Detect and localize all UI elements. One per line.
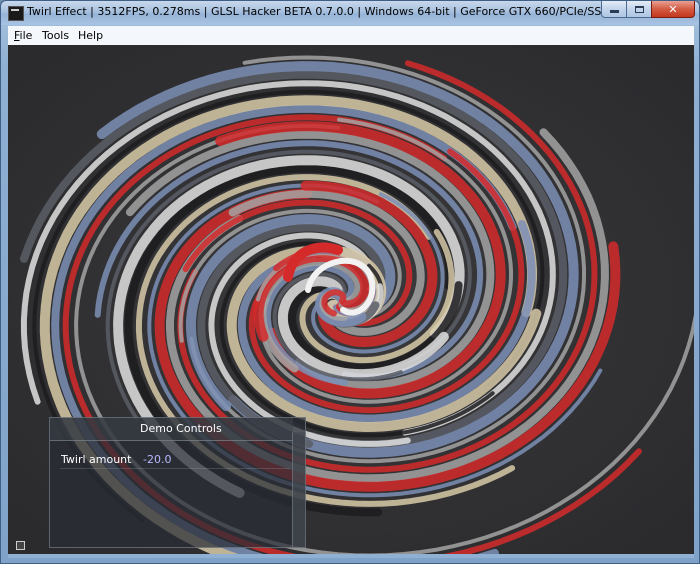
close-icon: ✕	[668, 2, 678, 16]
twirl-amount-label: Twirl amount	[61, 453, 132, 466]
menu-bar: File Tools Help	[8, 26, 694, 46]
render-viewport[interactable]: Demo Controls Twirl amount -20.0	[8, 45, 694, 554]
menu-help[interactable]: Help	[78, 29, 103, 42]
maximize-icon	[634, 5, 644, 13]
panel-scrollbar[interactable]	[292, 432, 305, 547]
menu-file[interactable]: File	[14, 29, 32, 42]
bottom-border	[8, 554, 694, 558]
panel-title: Demo Controls	[140, 422, 222, 435]
caption-buttons: ✕	[601, 1, 695, 19]
corner-handle-icon[interactable]	[16, 541, 25, 550]
close-button[interactable]: ✕	[651, 1, 695, 18]
maximize-button[interactable]	[626, 1, 652, 18]
panel-header[interactable]: Demo Controls	[50, 418, 293, 441]
title-bar[interactable]: Twirl Effect | 3512FPS, 0.278ms | GLSL H…	[1, 1, 699, 25]
minimize-icon	[609, 10, 619, 13]
app-window: Twirl Effect | 3512FPS, 0.278ms | GLSL H…	[0, 0, 700, 564]
twirl-amount-value[interactable]: -20.0	[143, 453, 171, 466]
param-divider	[60, 468, 290, 469]
minimize-button[interactable]	[601, 1, 627, 18]
menu-tools[interactable]: Tools	[42, 29, 69, 42]
demo-controls-panel: Demo Controls Twirl amount -20.0	[49, 417, 306, 548]
window-title: Twirl Effect | 3512FPS, 0.278ms | GLSL H…	[27, 5, 616, 18]
app-icon[interactable]	[8, 6, 24, 21]
